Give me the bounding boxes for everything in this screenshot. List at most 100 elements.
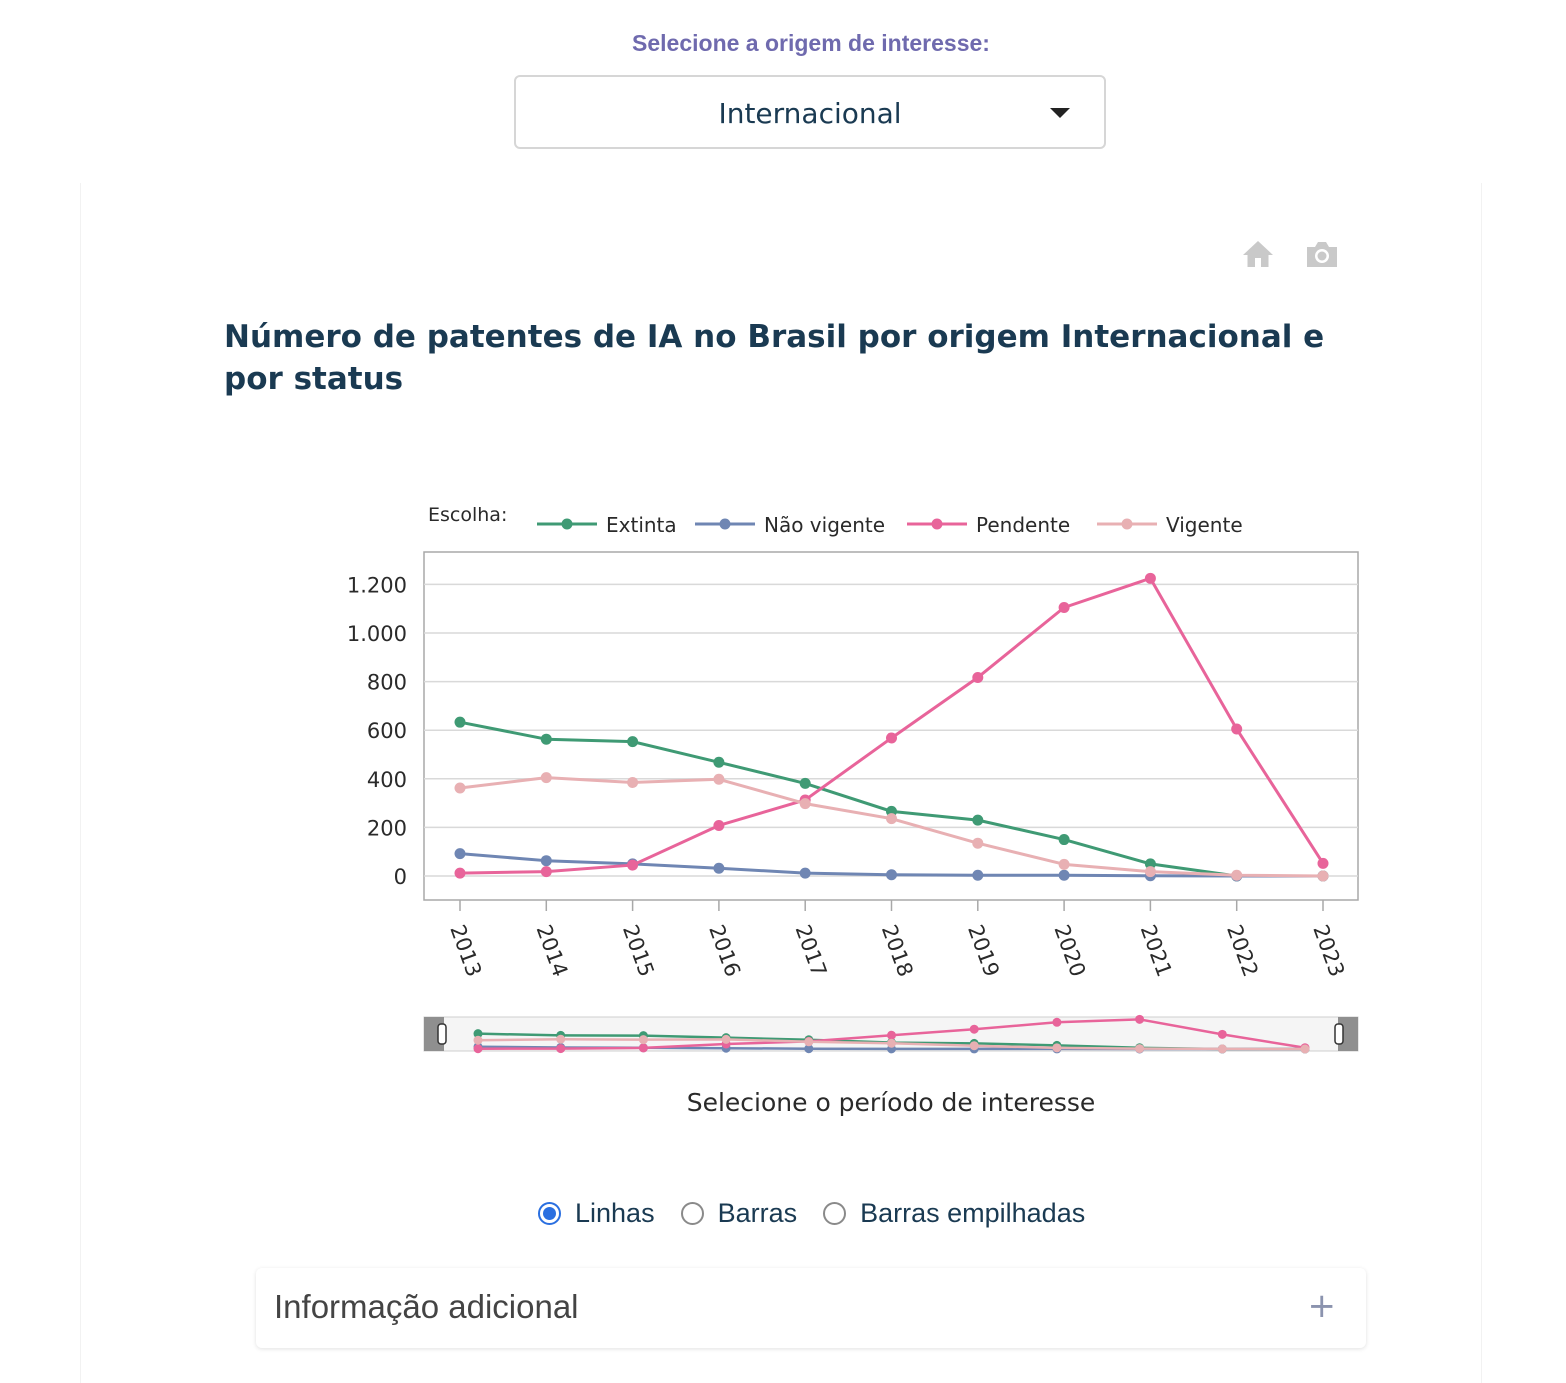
data-point[interactable] xyxy=(799,798,811,810)
range-slider-point xyxy=(887,1038,896,1048)
radio-option[interactable]: Barras empilhadas xyxy=(823,1198,1085,1229)
data-point[interactable] xyxy=(799,867,811,879)
range-slider-point xyxy=(804,1037,814,1047)
range-slider-point xyxy=(1052,1017,1062,1027)
x-tick-label: 2016 xyxy=(704,922,745,980)
range-slider-point xyxy=(1300,1044,1310,1054)
data-point[interactable] xyxy=(540,772,552,784)
y-tick-label: 0 xyxy=(394,865,407,889)
accordion-title: Informação adicional xyxy=(274,1288,579,1325)
data-point[interactable] xyxy=(454,716,466,728)
data-point[interactable] xyxy=(454,848,466,860)
data-point[interactable] xyxy=(1231,869,1243,881)
legend-item[interactable]: Vigente xyxy=(1097,513,1243,537)
x-tick-label: 2014 xyxy=(532,922,573,980)
data-point[interactable] xyxy=(972,671,984,683)
range-slider-point xyxy=(1135,1014,1145,1024)
radio-button[interactable] xyxy=(823,1202,847,1225)
radio-label: Linhas xyxy=(575,1198,655,1228)
range-slider-point xyxy=(1217,1029,1227,1039)
data-point[interactable] xyxy=(713,862,725,874)
legend-title: Escolha: xyxy=(428,504,507,526)
radio-button[interactable] xyxy=(538,1202,561,1225)
data-point[interactable] xyxy=(1058,869,1070,881)
range-slider-point xyxy=(1135,1044,1145,1054)
data-point[interactable] xyxy=(540,866,552,878)
range-slider-point xyxy=(638,1035,648,1045)
y-tick-label: 200 xyxy=(367,816,407,840)
chart-type-radio-group: Linhas Barras Barras empilhadas xyxy=(538,1198,1111,1229)
y-tick-label: 600 xyxy=(367,719,407,743)
radio-button[interactable] xyxy=(680,1202,704,1225)
range-slider-point xyxy=(473,1044,483,1054)
range-slider-caption: Selecione o período de interesse xyxy=(687,1088,1096,1117)
data-point[interactable] xyxy=(627,859,639,871)
data-point[interactable] xyxy=(627,736,639,748)
data-point[interactable] xyxy=(1317,870,1329,882)
radio-option[interactable]: Linhas xyxy=(538,1198,655,1229)
x-tick-label: 2021 xyxy=(1136,922,1177,980)
data-point[interactable] xyxy=(1317,857,1329,869)
legend-swatch-marker xyxy=(719,518,731,530)
data-point[interactable] xyxy=(886,732,897,744)
data-point[interactable] xyxy=(972,869,984,881)
data-point[interactable] xyxy=(713,756,725,768)
range-slider-point xyxy=(638,1043,648,1053)
legend-label: Pendente xyxy=(976,513,1070,537)
legend-label: Extinta xyxy=(606,513,677,537)
x-tick-label: 2018 xyxy=(877,922,918,980)
legend-swatch-marker xyxy=(931,518,943,530)
legend-label: Vigente xyxy=(1166,513,1243,537)
range-slider-point xyxy=(969,1041,979,1051)
additional-info-accordion[interactable]: Informação adicional + xyxy=(256,1268,1366,1348)
data-point[interactable] xyxy=(886,869,897,881)
radio-label: Barras empilhadas xyxy=(860,1198,1086,1228)
legend-label: Não vigente xyxy=(764,513,885,537)
legend-item[interactable]: Extinta xyxy=(537,513,677,537)
y-tick-label: 1.200 xyxy=(347,573,407,597)
x-tick-label: 2013 xyxy=(445,922,486,980)
range-slider-point xyxy=(887,1030,896,1040)
range-slider-point xyxy=(1052,1043,1062,1053)
line-chart: Escolha: Extinta Não vigente Pendente Vigent… xyxy=(347,504,1359,1117)
range-slider-point xyxy=(556,1034,566,1044)
data-point[interactable] xyxy=(627,776,639,788)
data-point[interactable] xyxy=(540,855,552,867)
plus-icon[interactable]: + xyxy=(1308,1286,1337,1326)
data-point[interactable] xyxy=(886,813,897,825)
plot-area xyxy=(423,551,1359,901)
data-point[interactable] xyxy=(454,867,466,879)
data-point[interactable] xyxy=(1144,572,1156,584)
radio-option[interactable]: Barras xyxy=(680,1198,798,1229)
legend-item[interactable]: Não vigente xyxy=(695,513,885,537)
range-slider-point xyxy=(473,1035,483,1045)
data-point[interactable] xyxy=(540,733,552,745)
data-point[interactable] xyxy=(1231,723,1243,735)
y-tick-label: 1.000 xyxy=(347,622,407,646)
x-tick-label: 2022 xyxy=(1222,922,1263,980)
y-tick-label: 400 xyxy=(367,768,407,792)
legend-swatch-marker xyxy=(561,518,573,530)
data-point[interactable] xyxy=(713,773,725,785)
radio-label: Barras xyxy=(717,1198,798,1228)
x-tick-label: 2017 xyxy=(791,922,832,980)
x-tick-label: 2020 xyxy=(1049,922,1090,980)
range-slider-point xyxy=(969,1024,979,1034)
data-point[interactable] xyxy=(713,819,725,831)
data-point[interactable] xyxy=(454,782,466,794)
data-point[interactable] xyxy=(1144,866,1156,878)
data-point[interactable] xyxy=(1058,834,1070,846)
data-point[interactable] xyxy=(799,777,811,789)
y-tick-label: 800 xyxy=(367,671,407,695)
data-point[interactable] xyxy=(972,814,984,826)
x-tick-label: 2015 xyxy=(618,922,659,980)
range-slider-point xyxy=(1217,1044,1227,1054)
range-slider-left-handle[interactable] xyxy=(437,1023,447,1045)
x-tick-label: 2023 xyxy=(1308,922,1349,980)
data-point[interactable] xyxy=(972,837,984,849)
data-point[interactable] xyxy=(1058,858,1070,870)
range-slider-right-handle[interactable] xyxy=(1334,1023,1344,1045)
legend-item[interactable]: Pendente xyxy=(907,513,1070,537)
range-slider-point xyxy=(721,1034,731,1044)
data-point[interactable] xyxy=(1058,601,1070,613)
